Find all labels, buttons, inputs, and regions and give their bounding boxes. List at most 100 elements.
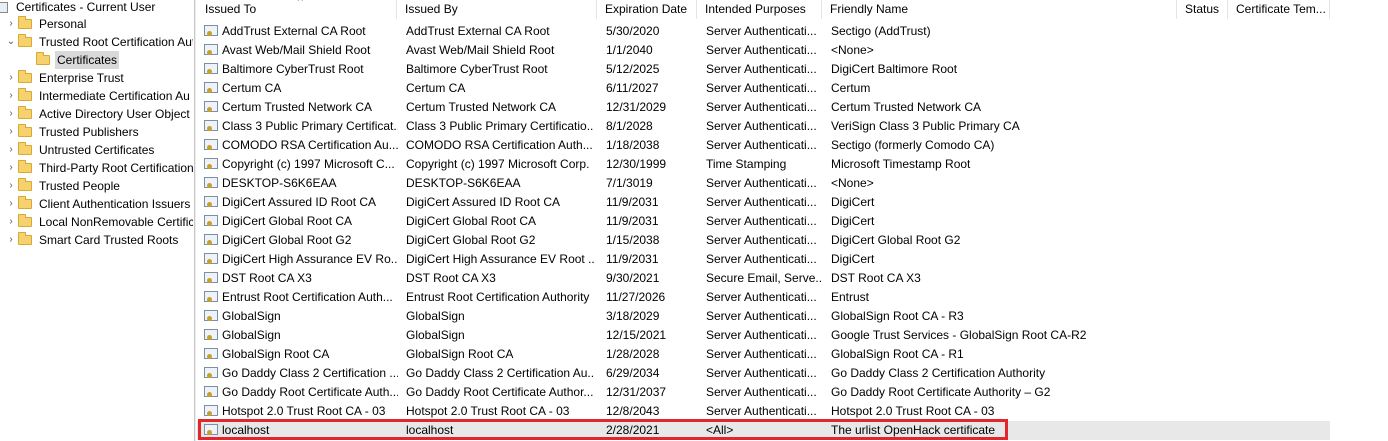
- tree-item[interactable]: › Personal: [4, 15, 88, 33]
- tree-item-label: Third-Party Root Certification: [39, 161, 193, 175]
- tree-item[interactable]: ⌄ Trusted Root Certification Aut: [4, 33, 193, 51]
- table-row[interactable]: AddTrust External CA Root AddTrust Extern…: [197, 22, 1330, 41]
- chevron-right-icon[interactable]: ›: [4, 213, 18, 231]
- tree-item[interactable]: › Local NonRemovable Certific: [4, 213, 193, 231]
- chevron-right-icon[interactable]: ›: [4, 195, 18, 213]
- table-row[interactable]: GlobalSign GlobalSign 3/18/2029 Server Auth…: [197, 307, 1330, 326]
- table-cell: Avast Web/Mail Shield Root: [222, 43, 371, 57]
- folder-icon: [18, 196, 32, 209]
- table-cell: Server Authenticati...: [706, 385, 817, 399]
- table-cell: Avast Web/Mail Shield Root: [406, 43, 555, 57]
- table-row[interactable]: COMODO RSA Certification Au... COMODO RSA…: [197, 136, 1330, 155]
- folder-icon: [18, 232, 32, 245]
- table-cell: Class 3 Public Primary Certificat...: [222, 119, 398, 133]
- chevron-right-icon[interactable]: ›: [4, 69, 18, 87]
- table-row[interactable]: Certum Trusted Network CA Certum Trusted …: [197, 98, 1330, 117]
- chevron-right-icon[interactable]: ›: [4, 231, 18, 249]
- table-row[interactable]: Go Daddy Root Certificate Auth... Go Dadd…: [197, 383, 1330, 402]
- certificate-icon: [204, 101, 218, 112]
- column-header[interactable]: Issued To: [197, 0, 397, 19]
- tree-item[interactable]: › Client Authentication Issuers: [4, 195, 192, 213]
- table-row[interactable]: DST Root CA X3 DST Root CA X3 9/30/2021 Sec…: [197, 269, 1330, 288]
- certificate-icon: [204, 139, 218, 150]
- table-cell: Server Authenticati...: [706, 62, 817, 76]
- table-row[interactable]: DigiCert Assured ID Root CA DigiCert Assu…: [197, 193, 1330, 212]
- column-header[interactable]: Intended Purposes: [697, 0, 822, 19]
- folder-icon: [18, 214, 32, 227]
- table-cell: 8/1/2028: [606, 119, 653, 133]
- table-cell: GlobalSign: [406, 309, 465, 323]
- column-header[interactable]: Friendly Name: [822, 0, 1177, 19]
- table-row[interactable]: Certum CA Certum CA 6/11/2027 Server Authen…: [197, 79, 1330, 98]
- chevron-down-icon[interactable]: ⌄: [4, 33, 18, 51]
- table-cell: Certum Trusted Network CA: [831, 100, 982, 114]
- table-row[interactable]: Go Daddy Class 2 Certification ... Go Dad…: [197, 364, 1330, 383]
- table-cell: Server Authenticati...: [706, 195, 817, 209]
- table-cell: DESKTOP-S6K6EAA: [222, 176, 337, 190]
- table-row[interactable]: Class 3 Public Primary Certificat... Clas…: [197, 117, 1330, 136]
- table-cell: Certum Trusted Network CA: [222, 100, 373, 114]
- folder-icon: [18, 160, 32, 173]
- table-cell: 12/30/1999: [606, 157, 667, 171]
- tree-root[interactable]: Certificates - Current User: [0, 0, 157, 16]
- column-header[interactable]: Certificate Tem...: [1228, 0, 1330, 19]
- table-row[interactable]: Copyright (c) 1997 Microsoft C... Copyrig…: [197, 155, 1330, 174]
- table-cell: Go Daddy Class 2 Certification Au...: [406, 366, 594, 380]
- column-header[interactable]: Expiration Date: [597, 0, 697, 19]
- table-row[interactable]: DESKTOP-S6K6EAA DESKTOP-S6K6EAA 7/1/3019 Se…: [197, 174, 1330, 193]
- tree-item[interactable]: › Trusted Publishers: [4, 123, 141, 141]
- certificate-icon: [204, 348, 218, 359]
- table-cell: DigiCert Global Root CA: [222, 214, 353, 228]
- column-header[interactable]: Status: [1177, 0, 1228, 19]
- table-row[interactable]: Entrust Root Certification Auth... Entrus…: [197, 288, 1330, 307]
- table-row[interactable]: DigiCert Global Root G2 DigiCert Global R…: [197, 231, 1330, 250]
- table-cell: VeriSign Class 3 Public Primary CA: [831, 119, 1020, 133]
- table-cell: 12/31/2029: [606, 100, 667, 114]
- table-cell: Copyright (c) 1997 Microsoft Corp.: [406, 157, 590, 171]
- chevron-right-icon[interactable]: ›: [4, 123, 18, 141]
- chevron-right-icon[interactable]: ›: [4, 87, 18, 105]
- tree-item-label: Personal: [39, 17, 87, 31]
- tree-item[interactable]: › Smart Card Trusted Roots: [4, 231, 180, 249]
- tree-item[interactable]: › Trusted People: [4, 177, 122, 195]
- folder-icon: [18, 88, 32, 101]
- column-header[interactable]: Issued By: [397, 0, 597, 19]
- table-cell: 11/27/2026: [606, 290, 666, 304]
- pane-splitter[interactable]: [194, 0, 196, 441]
- certificate-icon: [204, 272, 218, 283]
- chevron-right-icon[interactable]: ›: [4, 159, 18, 177]
- table-cell: Go Daddy Root Certificate Author...: [406, 385, 594, 399]
- chevron-right-icon[interactable]: ›: [4, 177, 18, 195]
- table-cell: 5/12/2025: [606, 62, 660, 76]
- tree-item[interactable]: › Enterprise Trust: [4, 69, 126, 87]
- chevron-right-icon[interactable]: ›: [4, 141, 18, 159]
- folder-icon: [18, 124, 32, 137]
- tree-item[interactable]: › Intermediate Certification Au: [4, 87, 192, 105]
- table-row[interactable]: Baltimore CyberTrust Root Baltimore Cyber…: [197, 60, 1330, 79]
- table-cell: GlobalSign Root CA: [222, 347, 330, 361]
- table-cell: 12/31/2037: [606, 385, 667, 399]
- table-row[interactable]: GlobalSign GlobalSign 12/15/2021 Server Aut…: [197, 326, 1330, 345]
- certificate-list: Issued To Issued By Expiration Date Intende…: [197, 0, 1388, 441]
- table-cell: Server Authenticati...: [706, 100, 817, 114]
- tree-item-label: Local NonRemovable Certific: [39, 215, 193, 229]
- table-cell: DigiCert Global Root G2: [831, 233, 961, 247]
- highlight-box: [198, 419, 1008, 440]
- table-cell: 3/18/2029: [606, 309, 660, 323]
- tree-item[interactable]: › Third-Party Root Certification: [4, 159, 193, 177]
- table-cell: DST Root CA X3: [831, 271, 921, 285]
- table-cell: 1/15/2038: [606, 233, 660, 247]
- table-row[interactable]: DigiCert High Assurance EV Ro... DigiCert…: [197, 250, 1330, 269]
- chevron-right-icon[interactable]: ›: [4, 105, 18, 123]
- certificate-icon: [204, 196, 218, 207]
- tree-item[interactable]: › Untrusted Certificates: [4, 141, 156, 159]
- table-row[interactable]: Avast Web/Mail Shield Root Avast Web/Mail…: [197, 41, 1330, 60]
- chevron-right-icon[interactable]: ›: [4, 15, 18, 33]
- tree-item[interactable]: Certificates: [22, 51, 120, 69]
- table-row[interactable]: DigiCert Global Root CA DigiCert Global R…: [197, 212, 1330, 231]
- table-cell: GlobalSign Root CA - R3: [831, 309, 964, 323]
- tree-item[interactable]: › Active Directory User Object: [4, 105, 192, 123]
- table-cell: Certum CA: [222, 81, 282, 95]
- table-row[interactable]: GlobalSign Root CA GlobalSign Root CA 1/28…: [197, 345, 1330, 364]
- table-cell: Google Trust Services - GlobalSign Root …: [831, 328, 1087, 342]
